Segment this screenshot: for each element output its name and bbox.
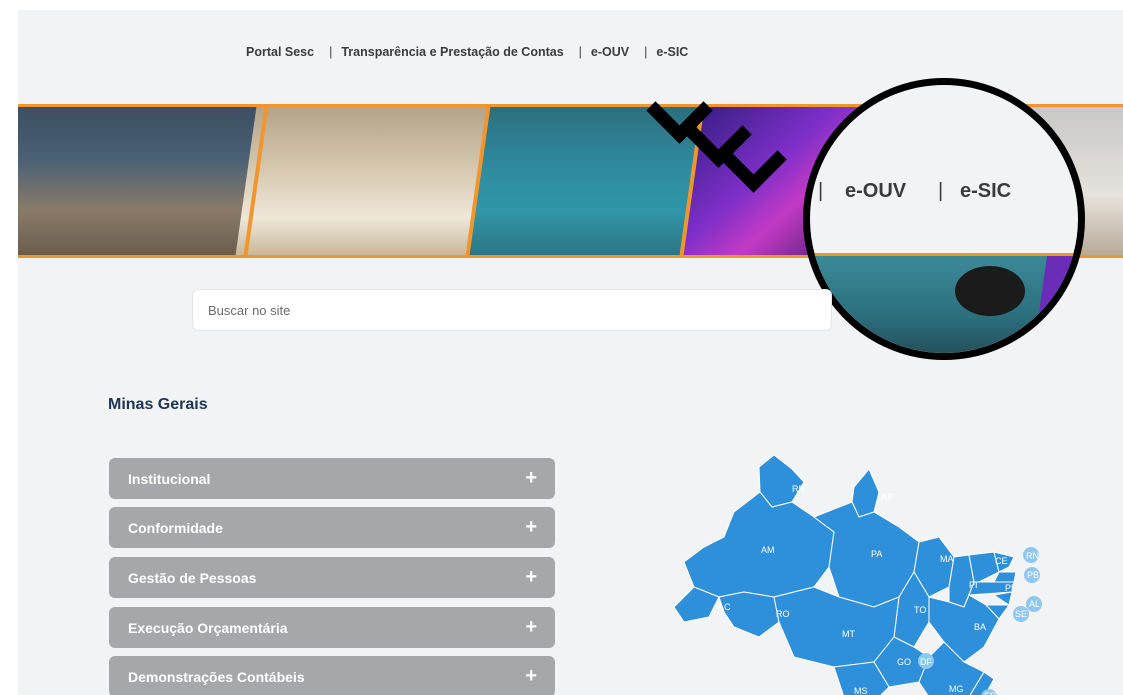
map-label-go: GO bbox=[897, 657, 911, 667]
map-label-es: ES bbox=[984, 691, 996, 695]
zoom-photo-stripe bbox=[1032, 256, 1078, 353]
banner-photo-football bbox=[18, 107, 258, 255]
map-state-am[interactable] bbox=[683, 491, 835, 598]
zoom-label-e-ouv: e-OUV bbox=[845, 180, 907, 202]
zoom-separator: | bbox=[938, 180, 944, 202]
map-label-ms: MS bbox=[854, 686, 868, 695]
plus-icon: + bbox=[525, 467, 537, 489]
accordion-label: Conformidade bbox=[128, 519, 223, 536]
region-title: Minas Gerais bbox=[108, 396, 208, 413]
search-box bbox=[192, 289, 832, 331]
brazil-map: RR AP AM PA MA CE RN PB PE AL SE PI AC R… bbox=[673, 454, 1042, 695]
nav-separator: | bbox=[578, 45, 582, 59]
zoom-separator: | bbox=[818, 180, 824, 202]
map-label-ro: RO bbox=[776, 609, 790, 619]
map-label-am: AM bbox=[761, 545, 775, 555]
map-label-rr: RR bbox=[792, 484, 805, 494]
map-label-df: DF bbox=[920, 657, 932, 667]
map-label-ma: MA bbox=[940, 554, 954, 564]
map-state-ro[interactable] bbox=[718, 591, 780, 638]
accordion-label: Execução Orçamentária bbox=[128, 619, 288, 636]
banner-photo-child-drawing bbox=[235, 107, 507, 255]
map-label-al: AL bbox=[1029, 599, 1040, 609]
zoom-label-e-sic: e-SIC bbox=[960, 180, 1012, 202]
map-label-pb: PB bbox=[1027, 570, 1039, 580]
page: Portal Sesc | Transparência e Prestação … bbox=[18, 10, 1123, 695]
map-label-pa: PA bbox=[871, 549, 882, 559]
zoom-swim-cap bbox=[955, 266, 1025, 316]
nav-link-e-sic[interactable]: e-SIC bbox=[656, 45, 688, 59]
nav-link-portal-sesc[interactable]: Portal Sesc bbox=[246, 45, 314, 59]
map-label-se: SE bbox=[1015, 609, 1027, 619]
accordion-item-demonstracoes-contabeis[interactable]: Demonstrações Contábeis + bbox=[109, 656, 555, 695]
plus-icon: + bbox=[525, 665, 537, 687]
map-label-rn: RN bbox=[1026, 551, 1039, 561]
nav-link-e-ouv[interactable]: e-OUV bbox=[591, 45, 629, 59]
map-label-pe: PE bbox=[1005, 583, 1017, 593]
map-label-mg: MG bbox=[949, 684, 964, 694]
accordion-label: Demonstrações Contábeis bbox=[128, 668, 305, 685]
accordion-label: Gestão de Pessoas bbox=[128, 569, 257, 586]
nav-separator: | bbox=[644, 45, 648, 59]
map-label-mt: MT bbox=[842, 629, 855, 639]
map-label-ba: BA bbox=[974, 622, 986, 632]
nav-separator: | bbox=[329, 45, 333, 59]
map-label-ce: CE bbox=[995, 556, 1008, 566]
map-state-pb[interactable] bbox=[993, 571, 1017, 583]
map-label-to: TO bbox=[914, 605, 926, 615]
accordion-item-execucao-orcamentaria[interactable]: Execução Orçamentária + bbox=[109, 607, 555, 648]
map-label-pi: PI bbox=[969, 580, 978, 590]
zoom-magnifier: | e-OUV | e-SIC bbox=[803, 78, 1085, 360]
plus-icon: + bbox=[525, 516, 537, 538]
accordion-item-conformidade[interactable]: Conformidade + bbox=[109, 507, 555, 548]
accordion-label: Institucional bbox=[128, 470, 211, 487]
nav-link-transparencia[interactable]: Transparência e Prestação de Contas bbox=[341, 45, 563, 59]
zoom-banner-photo bbox=[810, 256, 1078, 353]
accordion-item-gestao-de-pessoas[interactable]: Gestão de Pessoas + bbox=[109, 557, 555, 598]
map-label-ac: AC bbox=[718, 602, 731, 612]
plus-icon: + bbox=[525, 566, 537, 588]
map-label-ap: AP bbox=[881, 492, 893, 502]
accordion-item-institucional[interactable]: Institucional + bbox=[109, 458, 555, 499]
plus-icon: + bbox=[525, 616, 537, 638]
search-input[interactable] bbox=[193, 290, 808, 330]
map-state-al[interactable] bbox=[992, 591, 1013, 606]
